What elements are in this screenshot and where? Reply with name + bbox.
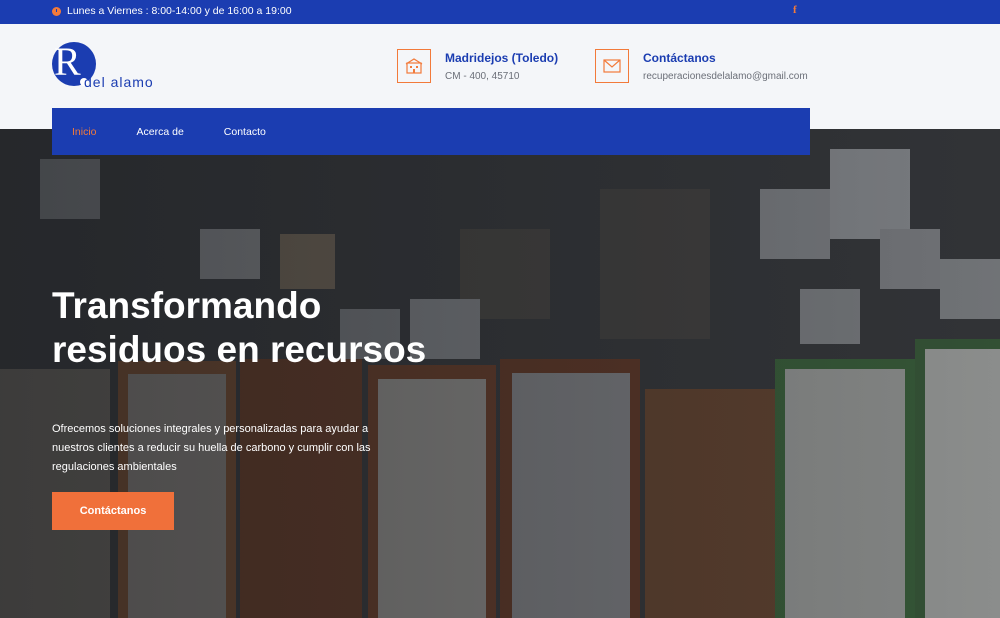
logo-letter: R [54,39,81,84]
site-logo[interactable]: R del alamo [52,39,162,92]
business-hours: Lunes a Viernes : 8:00-14:00 y de 16:00 … [52,5,292,17]
main-navigation: Inicio Acerca de Contacto [52,108,810,155]
contact-title: Contáctanos [643,51,716,65]
building-icon [397,49,431,83]
location-address: CM - 400, 45710 [445,71,520,82]
hero-overlay [0,129,1000,618]
location-info: Madridejos (Toledo) CM - 400, 45710 [397,49,558,83]
nav-item-inicio[interactable]: Inicio [72,126,97,138]
envelope-icon [595,49,629,83]
nav-item-acerca-de[interactable]: Acerca de [137,126,184,138]
business-hours-text: Lunes a Viernes : 8:00-14:00 y de 16:00 … [67,5,292,17]
nav-item-contacto[interactable]: Contacto [224,126,266,138]
top-bar: Lunes a Viernes : 8:00-14:00 y de 16:00 … [0,0,1000,24]
facebook-icon[interactable]: f [793,4,797,16]
logo-name: del alamo [84,74,154,90]
hero-title: Transformando residuos en recursos [52,285,427,370]
location-title: Madridejos (Toledo) [445,51,559,65]
clock-icon [52,6,61,16]
contact-email[interactable]: recuperacionesdelalamo@gmail.com [643,71,808,82]
hero-description: Ofrecemos soluciones integrales y person… [52,423,371,473]
contact-button[interactable]: Contáctanos [52,492,174,530]
hero-section [0,129,1000,618]
contact-info: Contáctanos recuperacionesdelalamo@gmail… [595,49,808,83]
